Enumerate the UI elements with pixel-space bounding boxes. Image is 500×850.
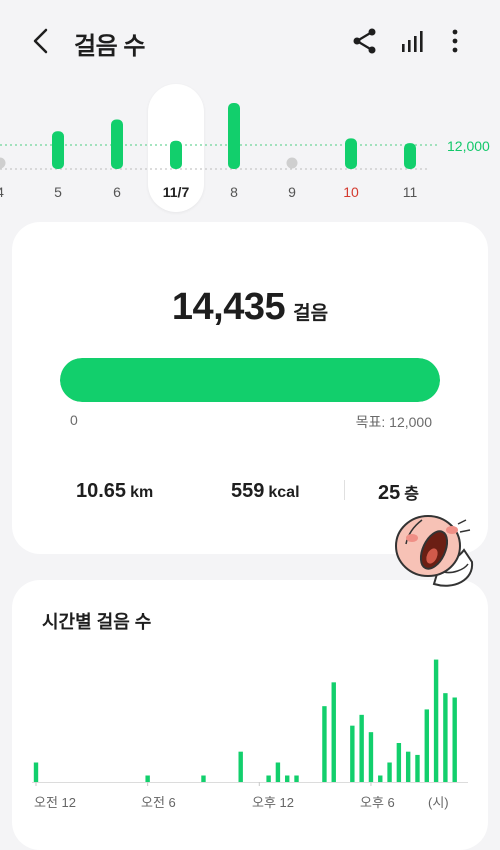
steps-count: 14,435	[171, 286, 286, 328]
hourly-bar[interactable]	[275, 762, 281, 783]
hourly-bar[interactable]	[294, 775, 299, 783]
hourly-bar[interactable]	[387, 762, 392, 783]
share-icon[interactable]	[350, 26, 380, 56]
page-title: 걸음 수	[74, 33, 145, 60]
day-label[interactable]: 4	[0, 184, 15, 200]
day-bar[interactable]	[52, 131, 64, 169]
day-label[interactable]: 11/7	[161, 184, 191, 200]
hourly-bar[interactable]	[322, 706, 327, 782]
goal-progress-bar	[60, 358, 440, 402]
calories-value: 559	[231, 480, 265, 502]
hourly-bar[interactable]	[443, 693, 448, 782]
back-arrow-icon[interactable]	[28, 26, 56, 56]
distance-unit: km	[130, 484, 154, 501]
day-bar[interactable]	[404, 143, 416, 169]
day-empty-dot[interactable]	[0, 157, 6, 169]
hourly-bar[interactable]	[396, 743, 402, 782]
steps-total: 14,435 걸음	[12, 286, 488, 329]
day-label[interactable]: 6	[102, 184, 132, 200]
day-label[interactable]: 8	[219, 184, 249, 200]
hourly-bar[interactable]	[368, 732, 374, 782]
x-tick-label: 오후 6	[360, 795, 395, 810]
day-bar[interactable]	[111, 119, 123, 170]
hourly-bar[interactable]	[359, 714, 364, 782]
weekly-steps-strip: 12,000 4 5 6 11/7 8 9 10 11	[0, 84, 500, 214]
x-tick-label: 오후 12	[252, 795, 294, 810]
steps-unit: 걸음	[293, 303, 329, 324]
day-label[interactable]: 10	[336, 184, 366, 200]
x-tick-label: 오전 6	[141, 795, 176, 810]
day-bar[interactable]	[170, 140, 182, 169]
floors-value: 25	[378, 482, 401, 504]
progress-min-label: 0	[70, 412, 78, 428]
day-label[interactable]: 9	[277, 184, 307, 200]
hourly-bar[interactable]	[405, 751, 411, 782]
hourly-steps-card: 시간별 걸음 수 오전 12 오전 6 오후 12 오후 6 (시)	[12, 580, 488, 850]
calories-unit: kcal	[268, 484, 300, 501]
progress-goal-label: 목표: 12,000	[355, 414, 432, 430]
more-vert-icon[interactable]	[440, 26, 470, 56]
hourly-bar[interactable]	[415, 754, 420, 782]
distance-metric: 10.65 km	[76, 480, 153, 503]
hourly-bar[interactable]	[145, 775, 150, 783]
day-label[interactable]: 5	[43, 184, 73, 200]
hourly-bar[interactable]	[266, 775, 271, 783]
metric-divider	[344, 480, 345, 500]
day-label[interactable]: 11	[395, 184, 425, 200]
calories-metric: 559 kcal	[231, 480, 300, 503]
distance-value: 10.65	[76, 480, 127, 502]
x-tick-label: (시)	[428, 795, 449, 810]
weekly-bars	[0, 103, 440, 170]
day-bar[interactable]	[345, 138, 357, 169]
app-header: 걸음 수	[0, 0, 500, 80]
hourly-bar[interactable]	[424, 709, 429, 782]
goal-line-label: 12,000	[447, 138, 490, 154]
hourly-bar[interactable]	[433, 659, 439, 782]
hourly-steps-chart	[32, 659, 468, 786]
hourly-bar[interactable]	[350, 725, 355, 782]
daily-summary-card: 14,435 걸음 0 목표: 12,000 10.65 km 559 kcal 25…	[12, 222, 488, 554]
goal-progress-fill	[60, 358, 440, 402]
hourly-bar[interactable]	[33, 762, 39, 783]
day-bar[interactable]	[228, 103, 240, 169]
hourly-bar[interactable]	[452, 697, 457, 783]
bar-chart-icon[interactable]	[398, 26, 428, 56]
hourly-bar[interactable]	[378, 775, 383, 783]
hourly-bar[interactable]	[238, 751, 243, 782]
hourly-bar[interactable]	[285, 775, 290, 783]
floors-metric: 25 층	[378, 480, 419, 505]
x-tick-label: 오전 12	[34, 795, 76, 810]
character-sticker-icon	[395, 515, 474, 587]
hourly-bar[interactable]	[331, 682, 336, 782]
hourly-bar[interactable]	[201, 775, 206, 783]
floors-unit: 층	[404, 486, 419, 503]
day-empty-dot[interactable]	[286, 157, 298, 169]
